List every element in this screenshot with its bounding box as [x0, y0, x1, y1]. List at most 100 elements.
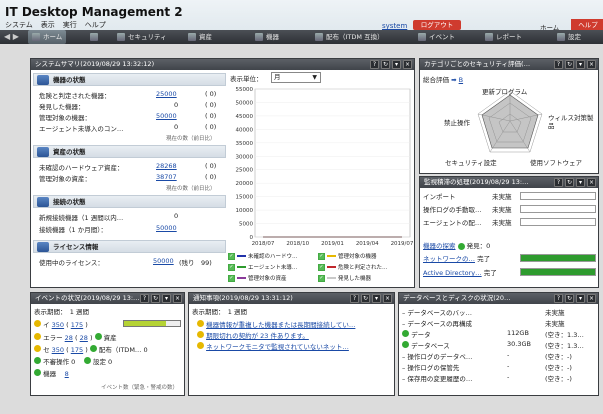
y-tick-label: 30000 [236, 154, 254, 160]
db-status: (空き：1.3… [545, 342, 584, 350]
nav-bar: ◀ ▶ ホーム セキュリティ 資産 機器 配布（ITDM 互換） イベント レポ… [0, 30, 603, 44]
db-row: – 操作ログの保管先 [402, 364, 460, 372]
db-status: 未実施 [545, 320, 565, 328]
app-title: IT Desktop Management 2 [5, 5, 183, 19]
asset-icon [37, 147, 49, 157]
tab-assets-label: 資産 [199, 33, 212, 41]
menu-icon[interactable]: ▾ [162, 294, 171, 303]
monitor-row: インポート [423, 193, 456, 201]
y-tick-label: 40000 [236, 127, 254, 133]
lock-icon [117, 33, 125, 41]
legend-item[interactable]: ✓ 発見した機器 [318, 274, 371, 282]
db-size: 30.3GB [507, 340, 531, 348]
legend-item[interactable]: ✓ 管理対象の資産 [228, 274, 287, 282]
managed-asset-link[interactable]: 38707 [156, 173, 177, 181]
back-forward-icon[interactable]: ◀ ▶ [4, 30, 19, 44]
refresh-icon[interactable]: ↻ [151, 294, 160, 303]
menu-run[interactable]: 実行 [63, 20, 77, 30]
legend-item[interactable]: ✓ 危険と判定された… [318, 263, 388, 271]
x-tick-label: 2018/10 [286, 241, 309, 247]
notice-item: 期限切れの契約が 23 件あります。 [197, 330, 309, 340]
ad-discovery-row: Active Directory… 完了 [423, 269, 497, 277]
menu-icon[interactable]: ▾ [576, 60, 585, 69]
panel-header: データベースとディスクの状況(20… ? ↻ ▾ × [399, 293, 598, 304]
legend-item[interactable]: ✓ 未確認のハードウ… [228, 252, 298, 260]
menu-icon[interactable]: ▾ [576, 178, 585, 187]
panel-header: システムサマリ(2019/08/29 13:32:12) ? ↻ ▾ × [31, 59, 414, 70]
tab-security-label: セキュリティ [128, 33, 167, 41]
unconfirmed-asset-link[interactable]: 28268 [156, 162, 177, 170]
logout-button[interactable]: ログアウト [413, 20, 461, 30]
app-window: IT Desktop Management 2 システム 表示 実行 ヘルプ s… [0, 0, 603, 414]
refresh-icon[interactable]: ↻ [565, 60, 574, 69]
tab-events[interactable]: イベント [418, 30, 455, 44]
network-progress [520, 254, 596, 262]
license-icon [37, 242, 49, 252]
help-icon[interactable]: ? [140, 294, 149, 303]
tab-assets[interactable]: 資産 [188, 30, 212, 44]
unit-label: 表示単位： [230, 75, 263, 83]
tab-distribution[interactable]: 配布（ITDM 互換） [315, 30, 384, 44]
tab-events-label: イベント [429, 33, 455, 41]
notice-item: ネットワークモニタで監視されていないネット… [197, 341, 349, 351]
close-icon[interactable]: × [173, 294, 182, 303]
refresh-icon[interactable]: ↻ [565, 294, 574, 303]
event-icon [418, 33, 426, 41]
legend-item[interactable]: ✓ エージェント未導… [228, 263, 297, 271]
legend-item[interactable]: ✓ 管理対象の機器 [318, 252, 377, 260]
managed-count-link[interactable]: 50000 [156, 112, 177, 120]
close-icon[interactable]: × [383, 294, 392, 303]
network-link[interactable]: ネットワークの… [423, 255, 475, 263]
menu-icon[interactable]: ▾ [372, 294, 381, 303]
help-icon[interactable]: ? [554, 178, 563, 187]
active-directory-link[interactable]: Active Directory… [423, 269, 482, 277]
system-user-link[interactable]: system [382, 22, 407, 30]
unit-select[interactable]: 月 ▼ [271, 72, 321, 83]
refresh-icon[interactable]: ↻ [381, 60, 390, 69]
close-icon[interactable]: × [587, 178, 596, 187]
y-tick-label: 35000 [236, 141, 254, 147]
tab-reports-label: レポート [496, 33, 522, 41]
device-row-danger: 危険と判定された機器： 25000( 0) [39, 90, 217, 100]
help-icon[interactable]: ? [554, 60, 563, 69]
connection-month-link[interactable]: 50000 [156, 224, 177, 232]
menu-system[interactable]: システム [5, 20, 33, 30]
close-icon[interactable]: × [587, 60, 596, 69]
tab-home[interactable]: ホーム [28, 30, 67, 44]
db-status: 未実施 [545, 309, 565, 317]
tab-distribution-label: 配布（ITDM 互換） [326, 33, 384, 41]
menu-icon[interactable]: ▾ [576, 294, 585, 303]
device-icon [37, 75, 49, 85]
help-icon[interactable]: ? [350, 294, 359, 303]
help-icon[interactable]: ? [370, 60, 379, 69]
db-size: 112GB [507, 329, 529, 337]
danger-count-link[interactable]: 25000 [156, 90, 177, 98]
menu-help[interactable]: ヘルプ [85, 20, 106, 30]
monitor-status: 未実施 [492, 193, 512, 201]
refresh-icon[interactable]: ↻ [565, 178, 574, 187]
refresh-icon[interactable]: ↻ [361, 294, 370, 303]
device-icon [255, 33, 263, 41]
menu-view[interactable]: 表示 [41, 20, 55, 30]
database-panel: データベースとディスクの状況(20… ? ↻ ▾ × – データベースのバッ… 未実施 –… [398, 292, 599, 396]
refresh-icon[interactable] [90, 30, 98, 44]
help-icon[interactable]: ? [554, 294, 563, 303]
tab-security[interactable]: セキュリティ [117, 30, 167, 44]
close-icon[interactable]: × [403, 60, 412, 69]
monitoring-panel: 監視積滞の処理(2019/08/29 13:… ? ↻ ▾ × インポート 未実施 操作ロ… [419, 176, 599, 288]
connection-row-month: 接続機器（1 か月間）： 50000 [39, 224, 177, 234]
tab-settings[interactable]: 設定 [557, 30, 581, 44]
monitor-progress [520, 192, 596, 200]
device-search-link[interactable]: 機器の探索 [423, 242, 456, 250]
trend-line-chart: 55000 50000 45000 40000 35000 30000 25000 20000… [236, 87, 414, 247]
close-icon[interactable]: × [587, 294, 596, 303]
db-status: (空き：-) [545, 364, 572, 372]
asset-status-section: 資産の状態 [33, 145, 226, 158]
tab-reports[interactable]: レポート [485, 30, 522, 44]
tab-devices[interactable]: 機器 [255, 30, 279, 44]
menu-icon[interactable]: ▾ [392, 60, 401, 69]
connection-row-new: 新規接続機器（1 週間以内… 0 [39, 212, 179, 222]
y-tick-label: 10000 [236, 208, 254, 214]
license-count-link[interactable]: 50000 [153, 257, 174, 265]
asset-row-unconfirmed: 未確認のハードウェア資産： 28268( 0) [39, 162, 217, 172]
